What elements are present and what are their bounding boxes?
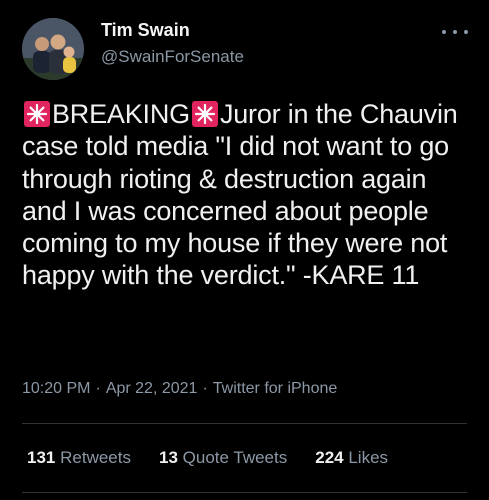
divider	[22, 423, 467, 424]
tweet-time[interactable]: 10:20 PM	[22, 380, 90, 397]
author-avatar[interactable]	[22, 18, 84, 80]
likes-stat[interactable]: 224 Likes	[315, 448, 388, 467]
siren-icon	[23, 100, 51, 128]
tweet-date[interactable]: Apr 22, 2021	[106, 380, 198, 397]
siren-icon	[191, 100, 219, 128]
likes-label: Likes	[348, 448, 389, 467]
divider	[22, 492, 467, 493]
retweets-stat[interactable]: 131 Retweets	[27, 448, 131, 467]
dot	[464, 30, 468, 34]
retweets-label: Retweets	[60, 448, 131, 467]
tweet-source[interactable]: Twitter for iPhone	[213, 380, 338, 397]
likes-count: 224	[315, 448, 344, 467]
separator-dot: ·	[202, 380, 208, 397]
quotes-count: 13	[158, 448, 178, 467]
quotes-stat[interactable]: 13 Quote Tweets	[159, 448, 287, 467]
author-name[interactable]: Tim Swain	[101, 20, 190, 41]
tweet-text: BREAKING Juror in the Chauvin case told …	[22, 98, 477, 292]
more-options-icon[interactable]	[442, 22, 468, 42]
separator-dot: ·	[95, 380, 101, 397]
dot	[442, 30, 446, 34]
author-handle[interactable]: @SwainForSenate	[101, 47, 244, 67]
tweet-lead-word: BREAKING	[52, 99, 190, 129]
tweet-card: Tim Swain @SwainForSenate BREAKING Juror…	[0, 0, 489, 500]
dot	[453, 30, 457, 34]
quotes-label: Quote Tweets	[182, 448, 288, 467]
retweets-count: 131	[27, 448, 56, 467]
profile-photo-icon	[22, 18, 84, 80]
tweet-stats: 131 Retweets 13 Quote Tweets 224 Likes	[27, 448, 416, 468]
tweet-meta: 10:20 PM · Apr 22, 2021 · Twitter for iPhone	[22, 380, 337, 398]
